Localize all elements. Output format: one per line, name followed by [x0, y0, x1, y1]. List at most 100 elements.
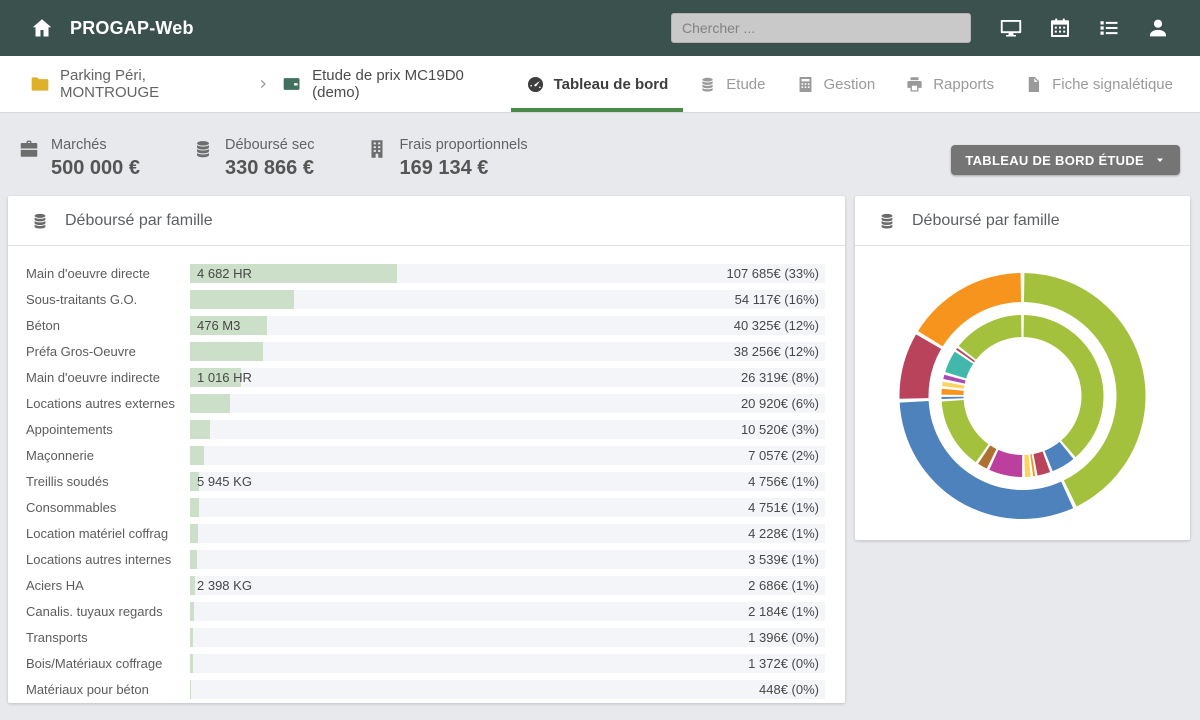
bar-quantity-label: 476 M3 [197, 316, 240, 335]
bar[interactable] [190, 628, 193, 647]
bar-track: 1 372€ (0%) [190, 654, 825, 673]
family-label: Consommables [26, 500, 190, 515]
family-row: Consommables 4 751€ (1%) [26, 494, 825, 520]
bar[interactable] [190, 420, 210, 439]
search-box [671, 13, 971, 43]
family-label: Béton [26, 318, 190, 333]
bar[interactable] [190, 654, 193, 673]
coins-icon [877, 211, 897, 231]
bar-track: 4 682 HR 107 685€ (33%) [190, 264, 825, 283]
stat-label: Déboursé sec [225, 137, 314, 153]
file-icon [1024, 75, 1043, 94]
family-row: Treillis soudés 5 945 KG 4 756€ (1%) [26, 468, 825, 494]
tab-label: Tableau de bord [554, 76, 669, 93]
coins-icon [698, 75, 717, 94]
tab-gestion[interactable]: Gestion [781, 56, 891, 112]
coins-icon [192, 138, 214, 160]
bar[interactable] [190, 394, 230, 413]
bar-quantity-label: 4 682 HR [197, 264, 252, 283]
bar-track: 38 256€ (12%) [190, 342, 825, 361]
donut-outer-slice-red[interactable] [900, 334, 942, 398]
caret-down-icon [1154, 154, 1166, 166]
breadcrumb-project[interactable]: Parking Péri, MONTROUGE [60, 67, 245, 101]
family-row: Préfa Gros-Oeuvre 38 256€ (12%) [26, 338, 825, 364]
wallet-icon [282, 74, 302, 94]
search-input[interactable] [671, 13, 971, 43]
bar-value-label: 40 325€ (12%) [734, 316, 819, 335]
bar-track: 7 057€ (2%) [190, 446, 825, 465]
dashboard-menu-button[interactable]: TABLEAU DE BORD ÉTUDE [951, 145, 1180, 175]
bar[interactable] [190, 524, 198, 543]
bar-value-label: 4 228€ (1%) [748, 524, 819, 543]
calendar-icon[interactable] [1048, 16, 1072, 40]
bar-value-label: 54 117€ (16%) [735, 290, 819, 309]
bar-value-label: 448€ (0%) [759, 680, 819, 699]
monitor-icon[interactable] [999, 16, 1023, 40]
donut-inner-slice-blue[interactable] [942, 397, 964, 399]
bar-value-label: 4 751€ (1%) [748, 498, 819, 517]
donut-inner-slice-green[interactable] [942, 400, 989, 462]
donut-inner-slice-magenta[interactable] [989, 450, 1022, 477]
bar-track: 54 117€ (16%) [190, 290, 825, 309]
donut-inner-slice-orange[interactable] [942, 389, 964, 395]
family-row: Maçonnerie 7 057€ (2%) [26, 442, 825, 468]
bar-value-label: 1 396€ (0%) [748, 628, 819, 647]
bar[interactable] [190, 576, 195, 595]
family-label: Maçonnerie [26, 448, 190, 463]
family-label: Sous-traitants G.O. [26, 292, 190, 307]
calculator-icon [796, 75, 815, 94]
bar-value-label: 38 256€ (12%) [734, 342, 819, 361]
breadcrumb-study[interactable]: Etude de prix MC19D0 (demo) [312, 67, 510, 101]
family-row: Appointements 10 520€ (3%) [26, 416, 825, 442]
briefcase-icon [18, 138, 40, 160]
family-row: Transports 1 396€ (0%) [26, 624, 825, 650]
bar-value-label: 1 372€ (0%) [748, 654, 819, 673]
bar-track: 4 751€ (1%) [190, 498, 825, 517]
donut-inner-slice-green[interactable] [959, 315, 1022, 360]
bar[interactable] [190, 550, 197, 569]
family-row: Bois/Matériaux coffrage 1 372€ (0%) [26, 650, 825, 676]
family-label: Préfa Gros-Oeuvre [26, 344, 190, 359]
bar[interactable] [190, 680, 191, 699]
tab-fiche-signaletique[interactable]: Fiche signalétique [1009, 56, 1188, 112]
bar-quantity-label: 5 945 KG [197, 472, 252, 491]
donut-inner-slice-yellow[interactable] [1024, 455, 1030, 477]
bar-value-label: 4 756€ (1%) [748, 472, 819, 491]
bar-value-label: 3 539€ (1%) [748, 550, 819, 569]
bar[interactable] [190, 342, 263, 361]
family-label: Treillis soudés [26, 474, 190, 489]
bar-track: 10 520€ (3%) [190, 420, 825, 439]
family-row: Canalis. tuyaux regards 2 184€ (1%) [26, 598, 825, 624]
building-icon [366, 138, 388, 160]
bar[interactable] [190, 498, 199, 517]
home-icon[interactable] [30, 16, 54, 40]
family-row: Matériaux pour béton 448€ (0%) [26, 676, 825, 702]
family-label: Appointements [26, 422, 190, 437]
stat-marches: Marchés 500 000 € [18, 137, 140, 180]
donut-inner-slice-green[interactable] [1024, 315, 1104, 457]
family-label: Bois/Matériaux coffrage [26, 656, 190, 671]
donut-inner-slice-teal[interactable] [945, 352, 973, 379]
main-content: Déboursé par famille Main d'oeuvre direc… [0, 196, 1200, 703]
tab-label: Fiche signalétique [1052, 76, 1173, 93]
topbar-icons [999, 16, 1170, 40]
family-row: Locations autres internes 3 539€ (1%) [26, 546, 825, 572]
bar[interactable] [190, 290, 294, 309]
bar-value-label: 2 184€ (1%) [748, 602, 819, 621]
user-icon[interactable] [1146, 16, 1170, 40]
donut-chart-area [855, 246, 1190, 539]
bar-value-label: 7 057€ (2%) [748, 446, 819, 465]
tab-tableau-de-bord[interactable]: Tableau de bord [511, 56, 684, 112]
app-title: PROGAP-Web [70, 18, 194, 39]
bar-track: 2 184€ (1%) [190, 602, 825, 621]
family-row: Main d'oeuvre directe 4 682 HR 107 685€ … [26, 260, 825, 286]
family-row: Locations autres externes 20 920€ (6%) [26, 390, 825, 416]
stat-label: Marchés [51, 137, 140, 153]
bar[interactable] [190, 446, 204, 465]
tab-rapports[interactable]: Rapports [890, 56, 1009, 112]
tab-etude[interactable]: Etude [683, 56, 780, 112]
bar[interactable] [190, 602, 194, 621]
list-icon[interactable] [1097, 16, 1121, 40]
tab-label: Etude [726, 76, 765, 93]
debourse-bar-panel: Déboursé par famille Main d'oeuvre direc… [8, 196, 845, 703]
